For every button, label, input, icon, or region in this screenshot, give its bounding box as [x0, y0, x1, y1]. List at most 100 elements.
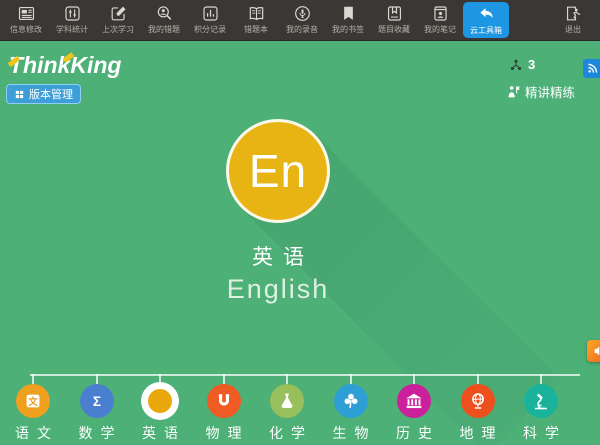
subject-item[interactable]: Σ 数学 [62, 374, 132, 443]
subject-title-en: English [128, 274, 428, 305]
subject-circle[interactable] [270, 384, 304, 418]
rss-button[interactable] [583, 59, 600, 78]
toolbar-item[interactable]: 我的录音 [279, 0, 325, 40]
subject-circle[interactable] [461, 384, 495, 418]
newspaper-icon [17, 4, 36, 23]
clover-icon [340, 390, 362, 412]
globe-icon [467, 390, 489, 412]
subject-label: 数学 [79, 423, 123, 443]
toolbar-item-label: 学科统计 [56, 25, 88, 34]
subject-label: 科学 [523, 423, 567, 443]
timeline-tick [96, 374, 98, 384]
subject-label: 英语 [142, 423, 186, 443]
current-subject-circle[interactable]: En [226, 119, 330, 223]
version-manage-label: 版本管理 [29, 86, 73, 102]
microscope-icon [530, 390, 552, 412]
toolbar-item[interactable]: 我的笔记 [417, 0, 463, 40]
sliders-icon [63, 4, 82, 23]
timeline-tick [413, 374, 415, 384]
toolbar-item-label: 我的书签 [332, 25, 364, 34]
toolbar-item-label: 退出 [565, 25, 581, 34]
back-arrow-icon [477, 5, 496, 24]
toolbar-item[interactable]: 我的书签 [325, 0, 371, 40]
english-dot-icon [148, 389, 172, 413]
edit-icon [109, 4, 128, 23]
toolbar-item[interactable]: 我的错题 [141, 0, 187, 40]
subject-dock: 文语文 Σ 数学英语物理化学生物历史地理科学 [0, 368, 600, 445]
bookmark-icon [339, 4, 358, 23]
notes-badge-icon [431, 4, 450, 23]
toolbar-item[interactable]: 题目收藏 [371, 0, 417, 40]
subject-circle[interactable] [207, 384, 241, 418]
toolbar-item[interactable]: 积分记录 [187, 0, 233, 40]
app-window: 信息修改 学科统计 上次学习 我的错题 积分记录 错题本 我的录音 我的书签 题目收藏 我的笔记 云… [0, 0, 600, 445]
magnet-icon [213, 390, 235, 412]
subject-label: 地理 [460, 423, 504, 443]
subject-label: 化学 [269, 423, 313, 443]
timeline-tick [540, 374, 542, 384]
subject-label: 物理 [206, 423, 250, 443]
subject-item[interactable]: 历史 [379, 374, 449, 443]
toolbar-item[interactable]: 信息修改 [3, 0, 49, 40]
open-book-icon [247, 4, 266, 23]
timeline-tick [32, 374, 34, 384]
flask-icon [276, 390, 298, 412]
toolbar-item[interactable]: 上次学习 [95, 0, 141, 40]
toolbar-exit-button[interactable]: 退出 [550, 0, 596, 40]
subject-circle[interactable]: 文 [16, 384, 50, 418]
timeline-tick [350, 374, 352, 384]
subject-item[interactable]: 化学 [252, 374, 322, 443]
microphone-icon [293, 4, 312, 23]
device-count-group: 3 [509, 57, 535, 72]
rss-icon [586, 62, 599, 75]
timeline-tick [286, 374, 288, 384]
version-manage-button[interactable]: 版本管理 [6, 84, 81, 104]
subject-circle[interactable] [397, 384, 431, 418]
search-person-icon [155, 4, 174, 23]
favorites-book-icon [385, 4, 404, 23]
toolbar-item-label: 上次学习 [102, 25, 134, 34]
top-toolbar: 信息修改 学科统计 上次学习 我的错题 积分记录 错题本 我的录音 我的书签 题目收藏 我的笔记 云… [0, 0, 600, 41]
toolbar-item-label: 积分记录 [194, 25, 226, 34]
speaker-fab-button[interactable] [587, 340, 600, 362]
device-count: 3 [528, 57, 535, 72]
subject-circle[interactable]: Σ [80, 384, 114, 418]
subject-titles: 英语 English [128, 241, 428, 305]
subject-badge: En [249, 144, 307, 198]
timeline-tick [477, 374, 479, 384]
toolbar-item-label: 我的错题 [148, 25, 180, 34]
practice-link[interactable]: 精讲精练 [506, 82, 575, 101]
subject-item[interactable]: 科学 [506, 374, 576, 443]
toolbar-item-label: 题目收藏 [378, 25, 410, 34]
subject-item[interactable]: 物理 [189, 374, 259, 443]
toolbar-item-label: 我的笔记 [424, 25, 456, 34]
subject-label: 语文 [15, 423, 59, 443]
subject-circle[interactable] [334, 384, 368, 418]
timeline-tick [223, 374, 225, 384]
sigma-icon: Σ [86, 390, 108, 412]
museum-icon [403, 390, 425, 412]
toolbar-item[interactable]: 学科统计 [49, 0, 95, 40]
toolbar-item[interactable]: 云工具箱 [463, 2, 509, 38]
toolbar-item-label: 错题本 [244, 25, 268, 34]
bar-chart-icon [201, 4, 220, 23]
toolbar-item-label: 我的录音 [286, 25, 318, 34]
toolbar-item-label: 信息修改 [10, 25, 42, 34]
grid-icon [14, 89, 25, 100]
subject-circle[interactable] [524, 384, 558, 418]
subject-item[interactable]: 地理 [443, 374, 513, 443]
practice-label: 精讲精练 [525, 82, 575, 101]
subject-item[interactable]: 生物 [316, 374, 386, 443]
speaker-icon [592, 344, 600, 358]
subject-label: 历史 [396, 423, 440, 443]
toolbar-item[interactable]: 错题本 [233, 0, 279, 40]
subject-item[interactable]: 英语 [125, 374, 195, 443]
subject-label: 生物 [333, 423, 377, 443]
subject-item[interactable]: 文语文 [0, 374, 68, 443]
svg-text:文: 文 [27, 396, 38, 408]
flag-person-icon [506, 84, 522, 100]
subject-circle-selected[interactable] [141, 382, 179, 420]
svg-text:Σ: Σ [92, 394, 100, 409]
toolbar-item-label: 云工具箱 [470, 26, 502, 35]
exit-runner-icon [564, 4, 583, 23]
